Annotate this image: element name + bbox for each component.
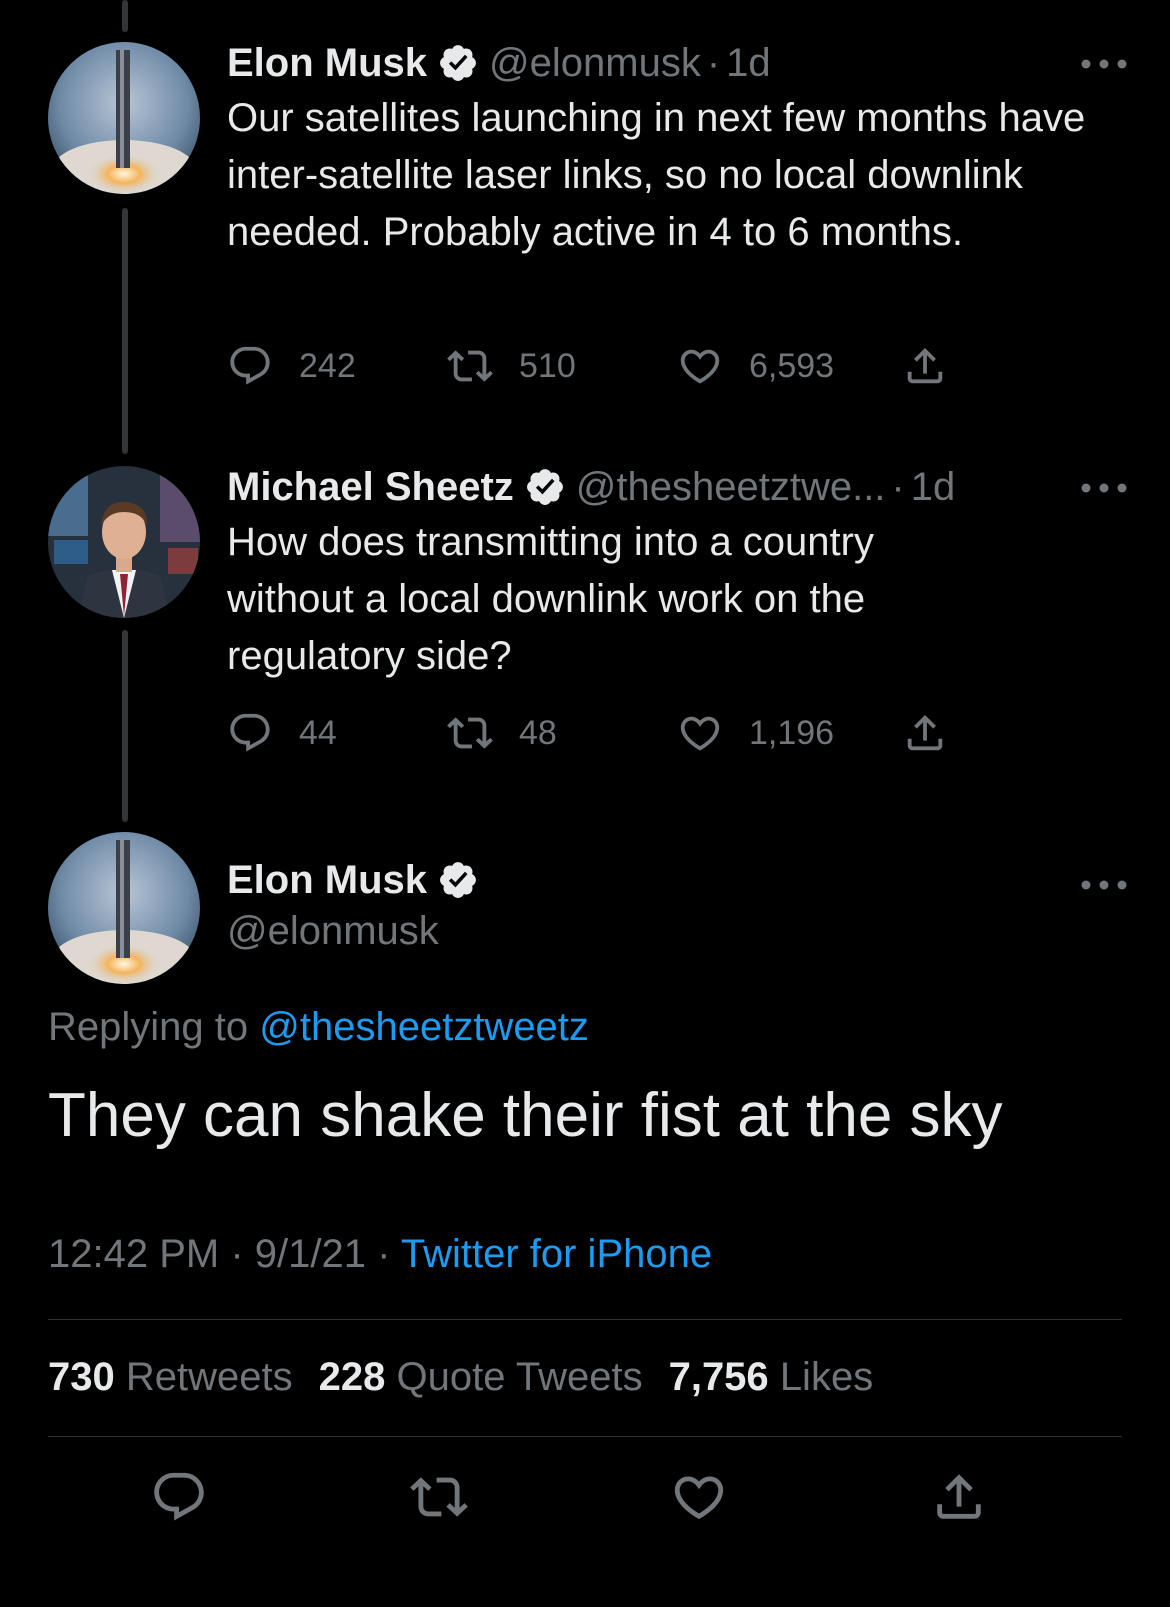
- replying-prefix: Replying to: [48, 1005, 249, 1049]
- like-icon: [677, 710, 723, 756]
- tweet-text: How does transmitting into a country wit…: [227, 520, 874, 678]
- reply-button[interactable]: 44: [227, 710, 337, 756]
- like-button[interactable]: 1,196: [677, 710, 834, 756]
- share-button[interactable]: [930, 1468, 988, 1526]
- verified-badge-icon: [524, 466, 566, 508]
- share-icon: [902, 710, 948, 756]
- divider: [48, 1319, 1122, 1320]
- tweet-1-header: Elon Musk @elonmusk · 1d: [227, 38, 1130, 88]
- retweet-icon: [447, 343, 493, 389]
- main-tweet-text: They can shake their fist at the sky: [48, 1081, 1003, 1150]
- separator-dot: ·: [891, 464, 905, 509]
- author-handle[interactable]: @thesheetztwe...: [576, 465, 886, 510]
- quotes-stat[interactable]: 228 Quote Tweets: [319, 1355, 669, 1399]
- separator-dot: ·: [706, 40, 721, 85]
- tweet-date[interactable]: 9/1/21: [255, 1232, 366, 1276]
- tweet-1[interactable]: Elon Musk @elonmusk · 1d Our satellites …: [227, 38, 1130, 261]
- more-icon[interactable]: [1078, 478, 1130, 498]
- reply-icon: [150, 1468, 208, 1526]
- retweet-button[interactable]: [410, 1468, 468, 1526]
- avatar-michael[interactable]: [48, 466, 200, 618]
- likes-stat[interactable]: 7,756 Likes: [669, 1355, 900, 1399]
- tweet-2-actions: 44 48 1,196: [227, 710, 987, 760]
- like-button[interactable]: 6,593: [677, 343, 834, 389]
- like-count: 6,593: [749, 346, 835, 385]
- replying-to: Replying to @thesheetztweetz: [48, 1005, 589, 1050]
- like-icon: [677, 343, 723, 389]
- author-name[interactable]: Elon Musk: [227, 858, 427, 903]
- tweet-source-link[interactable]: Twitter for iPhone: [401, 1232, 712, 1276]
- main-tweet-header: Elon Musk @elonmusk: [227, 855, 489, 954]
- tweet-time[interactable]: 1d: [911, 465, 956, 510]
- reply-icon: [227, 710, 273, 756]
- retweet-button[interactable]: 48: [447, 710, 557, 756]
- more-icon[interactable]: [1078, 875, 1130, 895]
- like-icon: [670, 1468, 728, 1526]
- like-count: 1,196: [749, 713, 835, 752]
- separator-dot: ·: [377, 1232, 391, 1276]
- verified-badge-icon: [437, 42, 479, 84]
- thread-line-1: [122, 208, 128, 454]
- separator-dot: ·: [230, 1232, 244, 1276]
- tweet-timestamp[interactable]: 12:42 PM: [48, 1232, 219, 1276]
- author-name[interactable]: Elon Musk: [227, 41, 427, 86]
- retweets-label: Retweets: [125, 1355, 293, 1399]
- tweet-stats: 730 Retweets 228 Quote Tweets 7,756 Likes: [48, 1355, 899, 1400]
- reply-button[interactable]: 242: [227, 343, 356, 389]
- reply-count: 44: [299, 713, 337, 752]
- author-handle[interactable]: @elonmusk: [489, 41, 701, 86]
- avatar-elon-main[interactable]: [48, 832, 200, 984]
- retweet-icon: [447, 710, 493, 756]
- divider: [48, 1436, 1122, 1437]
- more-icon[interactable]: [1078, 54, 1130, 74]
- verified-badge-icon: [437, 859, 479, 901]
- like-button[interactable]: [670, 1468, 728, 1526]
- tweet-text: Our satellites launching in next few mon…: [227, 96, 1086, 254]
- avatar-elon-1[interactable]: [48, 42, 200, 194]
- retweets-count: 730: [48, 1355, 115, 1399]
- author-handle[interactable]: @elonmusk: [227, 909, 489, 954]
- tweet-meta: 12:42 PM · 9/1/21 · Twitter for iPhone: [48, 1232, 712, 1277]
- thread-line-top: [122, 0, 128, 32]
- reply-button[interactable]: [150, 1468, 208, 1526]
- share-icon: [930, 1468, 988, 1526]
- retweets-stat[interactable]: 730 Retweets: [48, 1355, 319, 1399]
- retweet-button[interactable]: 510: [447, 343, 576, 389]
- likes-count: 7,756: [668, 1355, 769, 1399]
- tweet-2[interactable]: Michael Sheetz @thesheetztwe... · 1d How…: [227, 462, 1130, 685]
- tweet-2-header: Michael Sheetz @thesheetztwe... · 1d: [227, 462, 1130, 512]
- retweet-icon: [410, 1468, 468, 1526]
- tweet-time[interactable]: 1d: [726, 41, 771, 86]
- share-button[interactable]: [902, 343, 948, 389]
- retweet-count: 48: [519, 713, 557, 752]
- tweet-1-actions: 242 510 6,593: [227, 343, 987, 393]
- likes-label: Likes: [779, 1355, 874, 1399]
- reply-icon: [227, 343, 273, 389]
- author-name[interactable]: Michael Sheetz: [227, 465, 514, 510]
- share-button[interactable]: [902, 710, 948, 756]
- thread-line-2: [122, 630, 128, 822]
- quotes-label: Quote Tweets: [396, 1355, 643, 1399]
- reply-count: 242: [299, 346, 356, 385]
- share-icon: [902, 343, 948, 389]
- replying-handle-link[interactable]: @thesheetztweetz: [259, 1005, 589, 1049]
- retweet-count: 510: [519, 346, 576, 385]
- quotes-count: 228: [318, 1355, 386, 1399]
